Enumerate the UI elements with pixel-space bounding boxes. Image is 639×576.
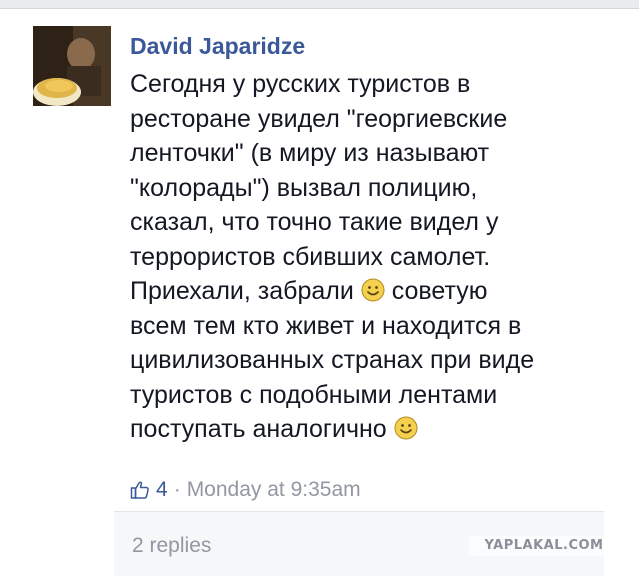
like-count[interactable]: 4 [156,478,168,502]
comment-line: ленточки" (в миру из называют [130,139,490,167]
avatar[interactable] [33,26,111,106]
separator: · [173,478,181,501]
comment-line: сказал, что точно такие видел у [130,208,499,236]
replies-link[interactable]: 2 replies [132,534,211,558]
comment-line: Сегодня у русских туристов в [130,70,471,98]
comment-line-with-emoticon: поступать аналогично [130,412,620,447]
smiley-icon [394,416,418,440]
thumbs-up-icon[interactable] [130,480,150,500]
comment-body: Сегодня у русских туристов в ресторане у… [130,67,620,447]
watermark: YAPLAKAL.COM [469,536,619,556]
author-name[interactable]: David Japaridze [130,33,305,60]
comment-line: цивилизованных странах при виде [130,346,535,374]
comment-fragment: Приехали, забрали [130,277,354,305]
comment-fragment: поступать аналогично [130,415,387,443]
comment-line: туристов с подобными лентами [130,380,498,409]
comment-line: ресторане увидел "георгиевские [130,104,508,133]
smiley-icon [361,278,385,302]
comment-line: "колорады") вызвал полицию, [130,173,478,202]
comment-line: террористов сбивших самолет. [130,242,491,271]
comment-fragment: советую [391,277,488,305]
comment-line: всем тем кто живет и находится в [130,311,522,340]
comment-card: David Japaridze Сегодня у русских турист… [0,8,639,576]
comment-meta: 4 · Monday at 9:35am [130,478,361,502]
comment-line-with-emoticon: Приехали, забрали советую [130,274,620,309]
timestamp[interactable]: Monday at 9:35am [187,478,361,502]
